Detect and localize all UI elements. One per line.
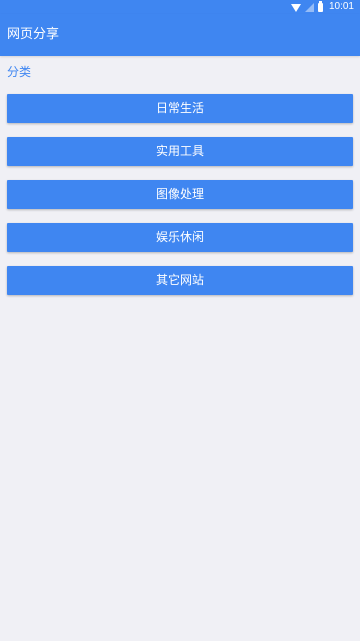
category-button-daily-life[interactable]: 日常生活	[7, 94, 353, 123]
signal-icon	[304, 2, 314, 12]
status-bar: 10:01	[0, 0, 360, 14]
category-button-utilities[interactable]: 实用工具	[7, 137, 353, 166]
category-button-image-processing[interactable]: 图像处理	[7, 180, 353, 209]
category-button-entertainment[interactable]: 娱乐休闲	[7, 223, 353, 252]
category-button-list: 日常生活 实用工具 图像处理 娱乐休闲 其它网站	[7, 94, 353, 309]
app-bar: 网页分享	[0, 14, 360, 56]
status-icons: 10:01	[290, 0, 354, 13]
battery-icon	[317, 0, 323, 12]
status-time: 10:01	[328, 1, 354, 12]
category-button-other-sites[interactable]: 其它网站	[7, 266, 353, 295]
wifi-icon	[290, 3, 301, 12]
page-title: 网页分享	[7, 27, 60, 42]
section-title: 分类	[7, 65, 32, 79]
